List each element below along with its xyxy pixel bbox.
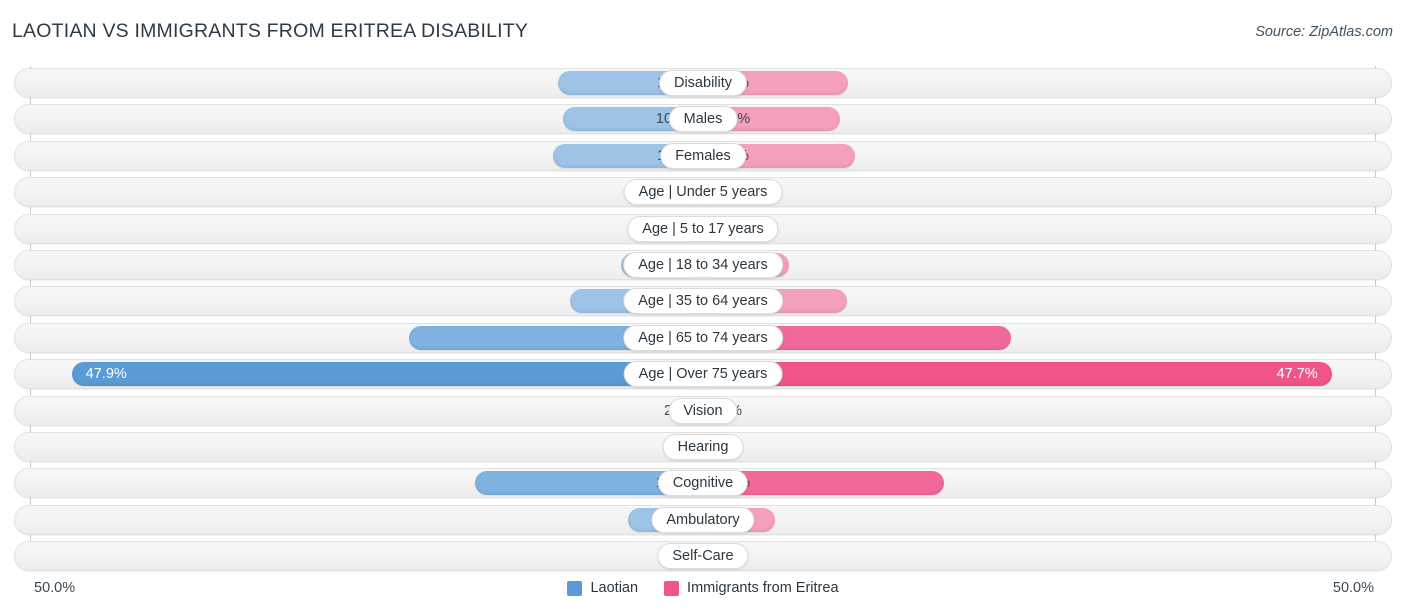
legend-swatch-icon <box>567 580 583 596</box>
category-label: Disability <box>658 70 748 96</box>
value-label-laotian: 47.9% <box>85 366 127 383</box>
legend-item[interactable]: Laotian <box>567 580 638 596</box>
chart-row: 47.9% 47.7% Age | Over 75 years <box>14 359 1392 390</box>
chart-row: 5.1%5.3%Age | 5 to 17 years <box>14 213 1392 244</box>
chart-row: 22.3%23.4%Age | 65 to 74 years <box>14 322 1392 353</box>
chart-footer: 50.0% Laotian Immigrants from Eritrea 50.… <box>0 576 1406 612</box>
category-label: Hearing <box>662 434 744 460</box>
category-label: Age | 65 to 74 years <box>623 324 783 351</box>
chart-row: 11.4%11.5%Females <box>14 140 1392 171</box>
chart-row: 10.6%10.4%Males <box>14 104 1392 135</box>
chart-row: 17.3%18.3%Cognitive <box>14 468 1392 499</box>
category-label: Males <box>668 106 738 133</box>
bar-laotian <box>71 362 703 387</box>
category-label: Vision <box>668 397 738 424</box>
category-label: Cognitive <box>657 470 749 497</box>
category-label: Females <box>660 142 746 169</box>
category-label: Age | 35 to 64 years <box>623 288 783 315</box>
legend-item[interactable]: Immigrants from Eritrea <box>664 580 839 596</box>
chart-legend: Laotian Immigrants from Eritrea <box>0 580 1406 596</box>
axis-max-right: 50.0% <box>1332 580 1374 596</box>
legend-label: Immigrants from Eritrea <box>687 580 839 596</box>
category-label: Ambulatory <box>651 506 755 533</box>
value-label-immigrants-from-eritrea: 47.7% <box>1276 366 1318 383</box>
chart-row: 2.0%2.0%Vision <box>14 395 1392 426</box>
category-label: Age | 5 to 17 years <box>627 215 779 242</box>
chart-row: 2.9%2.7%Hearing <box>14 432 1392 462</box>
chart-row: 5.7%5.5%Ambulatory <box>14 504 1392 535</box>
legend-label: Laotian <box>590 580 639 596</box>
category-label: Self-Care <box>657 543 749 570</box>
chart-row: 1.2%1.2%Age | Under 5 years <box>14 177 1392 208</box>
bar-immigrants-from-eritrea <box>703 362 1332 387</box>
chart-plot-area: 11.0%11.0%Disability 10.6%10.4%Males 11.4%… <box>0 66 1406 572</box>
legend-swatch-icon <box>664 580 680 596</box>
chart-row: 2.4%2.2%Self-Care <box>14 541 1392 572</box>
chart-page: LAOTIAN VS IMMIGRANTS FROM ERITREA DISAB… <box>0 0 1406 612</box>
chart-row: 6.2%6.5%Age | 18 to 34 years <box>14 250 1392 280</box>
source-attribution: Source: ZipAtlas.com <box>1255 24 1393 40</box>
chart-row: 11.0%11.0%Disability <box>14 68 1392 98</box>
category-label: Age | Over 75 years <box>623 361 783 388</box>
category-label: Age | 18 to 34 years <box>623 252 783 278</box>
page-title: LAOTIAN VS IMMIGRANTS FROM ERITREA DISAB… <box>12 20 529 42</box>
category-label: Age | Under 5 years <box>623 179 783 206</box>
chart-row: 10.1%10.9%Age | 35 to 64 years <box>14 286 1392 317</box>
